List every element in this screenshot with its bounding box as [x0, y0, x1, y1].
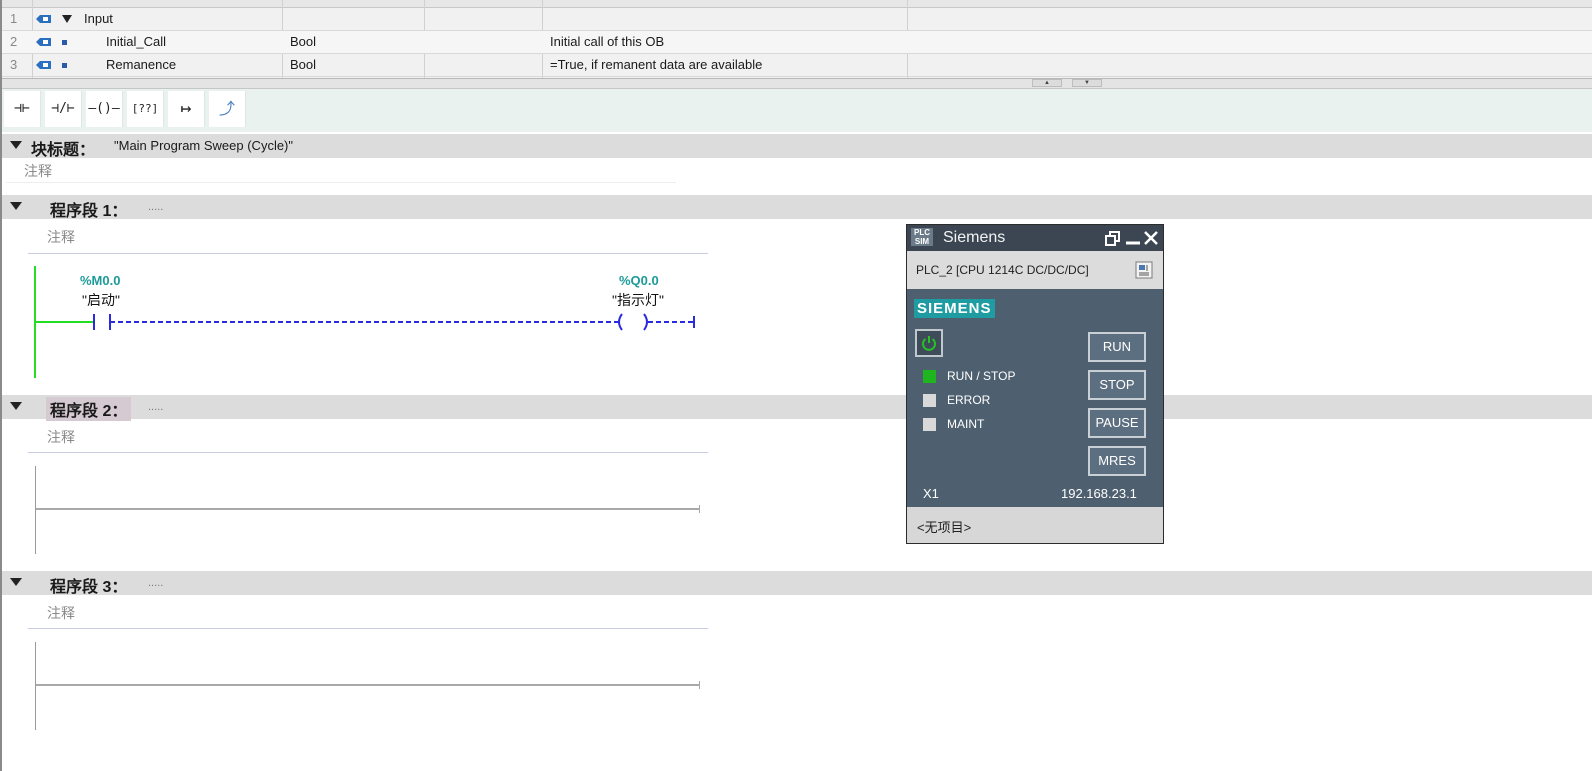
param-comment: Initial call of this OB [550, 34, 665, 49]
plcsim-logo-icon: PLC SIM [911, 228, 933, 246]
plcsim-title: Siemens [943, 229, 1006, 246]
open-branch-button[interactable]: ↦ [168, 91, 205, 127]
restore-icon[interactable] [1105, 230, 1121, 246]
collapse-triangle-icon[interactable] [10, 402, 22, 410]
block-comment-field[interactable]: 注释 [6, 158, 676, 183]
variable-icon [62, 63, 67, 68]
row-number: 2 [10, 34, 18, 49]
coil-icon[interactable] [618, 313, 648, 331]
coil-tag[interactable]: "指示灯" [612, 290, 664, 310]
network-1-header[interactable]: 程序段 1： ..... [0, 195, 1592, 220]
siemens-logo: SIEMENS [914, 299, 995, 318]
block-title-bar[interactable]: 块标题： "Main Program Sweep (Cycle)" [0, 134, 1592, 159]
input-port-icon [36, 38, 51, 46]
block-title-value[interactable]: "Main Program Sweep (Cycle)" [114, 138, 293, 153]
contact-tag[interactable]: "启动" [82, 290, 120, 310]
power-rail [35, 466, 36, 554]
variable-icon [62, 40, 67, 45]
network-1-rung [34, 313, 695, 331]
comment-divider [28, 452, 708, 453]
input-port-icon [36, 15, 51, 23]
param-type: Bool [290, 34, 317, 49]
power-rail [35, 642, 36, 730]
rung-end [699, 681, 700, 689]
comment-divider [28, 253, 708, 254]
block-comment: 注释 [24, 163, 52, 179]
interface-row-initial-call[interactable]: 2 Initial_Call Bool Initial call of this… [0, 31, 1592, 54]
network-title-field[interactable]: ..... [148, 577, 163, 589]
close-icon[interactable] [1143, 230, 1159, 246]
left-edge [0, 0, 2, 771]
network-label: 程序段 3： [50, 579, 128, 596]
plcsim-window[interactable]: PLC SIM Siemens PLC_2 [CPU 1214C DC/DC/D… [906, 224, 1164, 544]
empty-box-button[interactable]: [??] [127, 91, 164, 127]
input-port-icon [36, 61, 51, 69]
no-contact-button[interactable]: ⊣⊢ [4, 91, 41, 127]
pane-splitter[interactable]: ▲ ▼ [0, 79, 1592, 89]
project-name[interactable]: <无项目> [917, 517, 971, 536]
run-stop-label: RUN / STOP [947, 369, 1016, 383]
block-title-label: 块标题： [31, 142, 96, 159]
minimize-icon[interactable] [1125, 230, 1141, 246]
param-type: Bool [290, 57, 317, 72]
close-branch-button[interactable]: ⤴ [209, 91, 246, 127]
row-number: 1 [10, 11, 18, 26]
collapse-triangle-icon[interactable] [10, 578, 22, 586]
param-name: Initial_Call [106, 34, 166, 49]
network-comment[interactable]: 注释 [47, 427, 75, 447]
splitter-down-button[interactable]: ▼ [1072, 79, 1102, 87]
network-3-header[interactable]: 程序段 3： ..... [0, 571, 1592, 596]
network-label: 程序段 2： [46, 397, 132, 421]
error-label: ERROR [947, 393, 991, 407]
param-name: Input [84, 11, 113, 26]
mres-button[interactable]: MRES [1088, 446, 1146, 476]
contact-address[interactable]: %M0.0 [80, 273, 120, 288]
coil-address[interactable]: %Q0.0 [619, 273, 659, 288]
network-title-field[interactable]: ..... [148, 201, 163, 213]
collapse-triangle-icon[interactable] [10, 141, 22, 149]
nc-contact-button[interactable]: ⊣/⊢ [45, 91, 82, 127]
collapse-triangle-icon[interactable] [62, 15, 72, 23]
ip-address: 192.168.23.1 [1061, 486, 1137, 501]
plcsim-project-bar: <无项目> [907, 507, 1163, 543]
power-icon [922, 336, 936, 351]
run-stop-led [923, 370, 936, 383]
port-label: X1 [923, 486, 939, 501]
empty-rung[interactable] [36, 508, 700, 510]
coil-button[interactable]: –()– [86, 91, 123, 127]
maint-led [923, 418, 936, 431]
interface-table: 1 Input 2 Initial_Call Bool Initial call… [0, 0, 1592, 79]
network-label: 程序段 1： [50, 203, 128, 220]
lad-toolbar: ⊣⊢ ⊣/⊢ –()– [??] ↦ ⤴ [0, 89, 1592, 132]
run-button[interactable]: RUN [1088, 332, 1146, 362]
device-config-icon[interactable] [1135, 261, 1153, 279]
rung-end [699, 505, 700, 513]
row-number: 3 [10, 57, 18, 72]
interface-row-input[interactable]: 1 Input [0, 8, 1592, 31]
collapse-triangle-icon[interactable] [10, 202, 22, 210]
power-button[interactable] [915, 329, 943, 357]
interface-header [0, 0, 1592, 8]
plcsim-titlebar[interactable]: PLC SIM Siemens [907, 225, 1163, 251]
no-contact-icon[interactable] [93, 314, 111, 330]
network-title-field[interactable]: ..... [148, 401, 163, 413]
error-led [923, 394, 936, 407]
comment-divider [28, 628, 708, 629]
network-comment[interactable]: 注释 [47, 227, 75, 247]
plcsim-device-bar: PLC_2 [CPU 1214C DC/DC/DC] [907, 251, 1163, 289]
maint-label: MAINT [947, 417, 985, 431]
pause-button[interactable]: PAUSE [1088, 408, 1146, 438]
param-name: Remanence [106, 57, 177, 72]
network-2-header[interactable]: 程序段 2： ..... [0, 395, 1592, 421]
param-comment: =True, if remanent data are available [550, 57, 763, 72]
splitter-up-button[interactable]: ▲ [1032, 79, 1062, 87]
stop-button[interactable]: STOP [1088, 370, 1146, 400]
network-comment[interactable]: 注释 [47, 603, 75, 623]
empty-rung[interactable] [36, 684, 700, 686]
interface-row-remanence[interactable]: 3 Remanence Bool =True, if remanent data… [0, 54, 1592, 77]
plcsim-device-name: PLC_2 [CPU 1214C DC/DC/DC] [916, 263, 1089, 277]
